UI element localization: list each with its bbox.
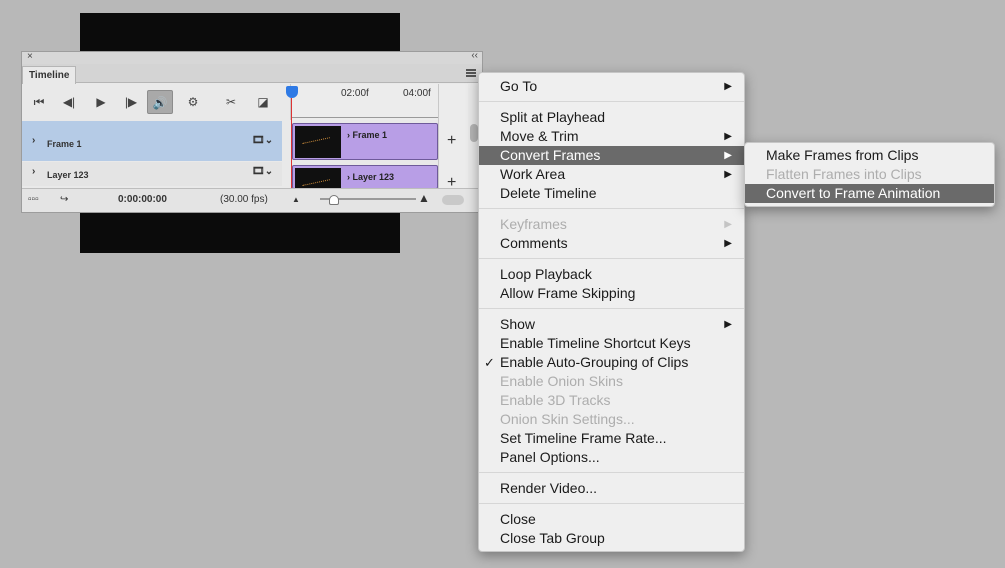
menu-item-onion-skin-settings: Onion Skin Settings... xyxy=(500,411,635,427)
tab-strip: Timeline xyxy=(22,64,482,84)
menu-item-keyframes: Keyframes ▶ xyxy=(500,216,732,232)
submenu-arrow-icon: ▶ xyxy=(724,81,732,92)
submenu-item-flatten-frames: Flatten Frames into Clips xyxy=(766,166,922,182)
timeline-context-menu: Go To ▶ Split at Playhead Move & Trim ▶ Co… xyxy=(478,72,745,552)
scroll-thumb[interactable] xyxy=(470,124,478,142)
menu-separator xyxy=(479,467,744,479)
menu-item-loop-playback[interactable]: Loop Playback xyxy=(479,265,744,284)
menu-item-enable-3d-tracks: Enable 3D Tracks xyxy=(500,392,611,408)
menu-item-move-trim[interactable]: Move & Trim ▶ xyxy=(479,127,744,146)
timecode-display: 0:00:00:00 xyxy=(118,194,167,205)
panel-menu-icon[interactable] xyxy=(466,69,476,77)
clip-layer-123[interactable]: › Layer 123 xyxy=(292,165,438,189)
submenu-arrow-icon: ▶ xyxy=(724,131,732,142)
clip-thumbnail xyxy=(295,168,341,188)
menu-item-allow-frame-skipping[interactable]: Allow Frame Skipping xyxy=(479,284,744,303)
ruler-tick-label: 02:00f xyxy=(341,88,369,99)
time-ruler[interactable]: 02:00f 04:00f xyxy=(290,84,439,120)
frame-rate-display: (30.00 fps) xyxy=(220,194,268,205)
menu-item-show[interactable]: Show ▶ xyxy=(479,315,744,334)
zoom-slider-handle[interactable] xyxy=(329,195,339,205)
panel-titlebar: × ‹‹ xyxy=(22,50,482,64)
clip-label: › Frame 1 xyxy=(347,130,388,140)
menu-separator xyxy=(479,203,744,215)
menu-item-delete-timeline[interactable]: Delete Timeline xyxy=(479,184,744,203)
menu-separator xyxy=(479,498,744,510)
timeline-panel: × ‹‹ Timeline ⏮ ◀| ▶ |▶ 🔊 ⚙ ✂ ◪ 02:00f 0… xyxy=(21,50,483,213)
frame-animation-icon[interactable]: ▫▫▫ xyxy=(28,194,39,205)
settings-gear-icon[interactable]: ⚙ xyxy=(180,90,206,114)
track-name: Frame 1 xyxy=(47,139,82,149)
ruler-ticks xyxy=(291,112,439,118)
expand-track-icon[interactable]: › xyxy=(32,166,35,177)
menu-item-enable-auto-grouping[interactable]: ✓ Enable Auto-Grouping of Clips xyxy=(479,353,744,372)
checkmark-icon: ✓ xyxy=(484,355,495,370)
go-to-first-frame-button[interactable]: ⏮ xyxy=(26,90,52,114)
submenu-arrow-icon: ▶ xyxy=(724,319,732,330)
play-button[interactable]: ▶ xyxy=(88,90,114,114)
menu-item-enable-shortcut-keys[interactable]: Enable Timeline Shortcut Keys xyxy=(479,334,744,353)
ruler-tick-label: 04:00f xyxy=(403,88,431,99)
split-scissors-icon[interactable]: ✂ xyxy=(218,90,244,114)
add-media-column: + + xyxy=(438,84,468,191)
menu-item-split-at-playhead[interactable]: Split at Playhead xyxy=(479,108,744,127)
step-back-button[interactable]: ◀| xyxy=(56,90,82,114)
tab-timeline[interactable]: Timeline xyxy=(22,66,76,84)
track-name: Layer 123 xyxy=(47,170,89,180)
menu-separator xyxy=(479,96,744,108)
film-strip-icon[interactable]: 🎞⌄ xyxy=(252,135,273,146)
menu-separator xyxy=(479,253,744,265)
submenu-item-make-frames-from-clips[interactable]: Make Frames from Clips xyxy=(745,146,994,165)
clip-thumbnail xyxy=(295,126,341,158)
menu-item-comments[interactable]: Comments ▶ xyxy=(479,234,744,253)
menu-item-work-area[interactable]: Work Area ▶ xyxy=(479,165,744,184)
track-row-layer-123[interactable]: › Layer 123 🎞⌄ xyxy=(22,162,282,186)
zoom-in-icon[interactable]: ▲ xyxy=(418,191,430,205)
submenu-arrow-icon: ▶ xyxy=(724,150,732,161)
menu-item-enable-onion-skins: Enable Onion Skins xyxy=(500,373,623,389)
menu-item-set-frame-rate[interactable]: Set Timeline Frame Rate... xyxy=(479,429,744,448)
submenu-arrow-icon: ▶ xyxy=(724,169,732,180)
render-video-icon[interactable]: ↪ xyxy=(60,194,68,205)
close-panel-icon[interactable]: × xyxy=(27,51,33,62)
timeline-footer: ▫▫▫ ↪ 0:00:00:00 (30.00 fps) ▲ ▲ xyxy=(22,188,482,212)
clip-frame-1[interactable]: › Frame 1 xyxy=(292,123,438,160)
menu-item-convert-frames[interactable]: Convert Frames ▶ xyxy=(479,146,744,165)
menu-item-close-tab-group[interactable]: Close Tab Group xyxy=(479,529,744,548)
transition-icon[interactable]: ◪ xyxy=(250,90,276,114)
playhead-handle[interactable] xyxy=(286,86,298,98)
audio-toggle-button[interactable]: 🔊 xyxy=(147,90,173,114)
menu-item-render-video[interactable]: Render Video... xyxy=(479,479,744,498)
menu-item-panel-options[interactable]: Panel Options... xyxy=(479,448,744,467)
submenu-item-convert-to-frame-animation[interactable]: Convert to Frame Animation xyxy=(745,184,994,203)
horizontal-scrollbar[interactable] xyxy=(442,195,464,205)
clip-label: › Layer 123 xyxy=(347,172,395,182)
film-strip-icon[interactable]: 🎞⌄ xyxy=(252,166,273,177)
playback-controls: ⏮ ◀| ▶ |▶ 🔊 ⚙ ✂ ◪ xyxy=(22,84,290,120)
add-media-button[interactable]: + xyxy=(447,132,456,150)
menu-separator xyxy=(479,303,744,315)
submenu-arrow-icon: ▶ xyxy=(724,219,732,230)
convert-frames-submenu: Make Frames from Clips Flatten Frames in… xyxy=(744,142,995,207)
zoom-out-icon[interactable]: ▲ xyxy=(292,195,300,204)
expand-track-icon[interactable]: › xyxy=(32,135,35,146)
menu-item-go-to[interactable]: Go To ▶ xyxy=(479,77,744,96)
collapse-panel-icon[interactable]: ‹‹ xyxy=(471,50,478,61)
track-row-frame-1[interactable]: › Frame 1 🎞⌄ xyxy=(22,121,282,161)
menu-item-close[interactable]: Close xyxy=(479,510,744,529)
submenu-arrow-icon: ▶ xyxy=(724,238,732,249)
step-forward-button[interactable]: |▶ xyxy=(118,90,144,114)
